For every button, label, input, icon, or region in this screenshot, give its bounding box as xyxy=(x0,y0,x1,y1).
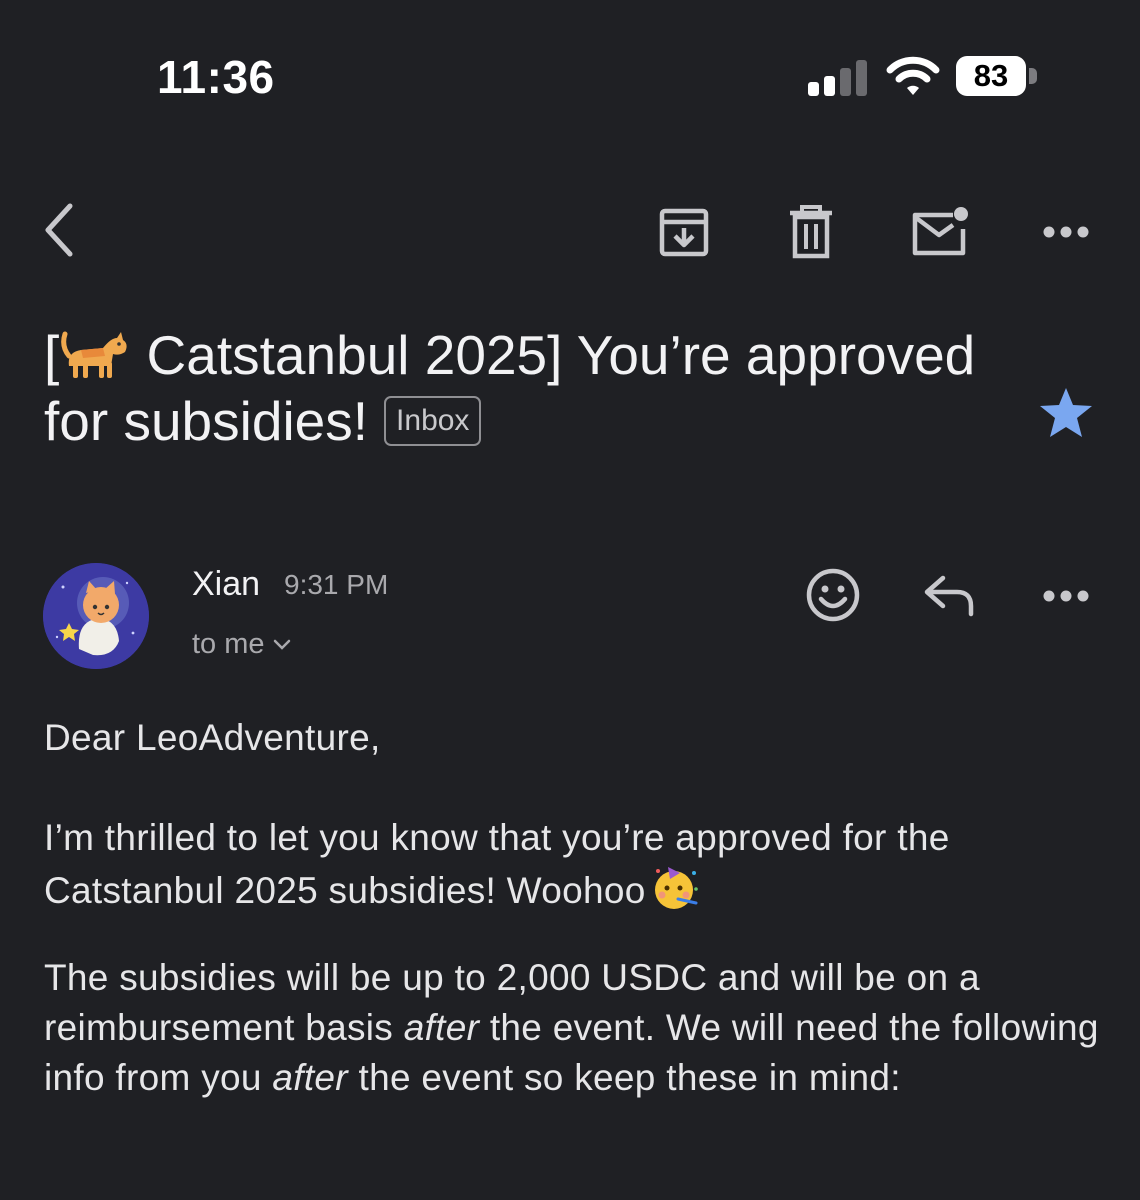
email-paragraph-1: I’m thrilled to let you know that you’re… xyxy=(44,813,1104,916)
star-button[interactable] xyxy=(1036,384,1096,442)
email-paragraph-2: The subsidies will be up to 2,000 USDC a… xyxy=(44,953,1104,1103)
message-more-button[interactable] xyxy=(1036,576,1096,616)
paragraph-2-emphasis-2: after xyxy=(272,1057,348,1098)
paragraph-1-text: I’m thrilled to let you know that you’re… xyxy=(44,817,950,911)
cat-emoji-icon xyxy=(61,331,127,378)
mark-unread-icon xyxy=(912,207,968,256)
paragraph-2-emphasis-1: after xyxy=(403,1007,480,1048)
sender-name: Xian xyxy=(192,565,261,603)
partying-face-emoji-icon xyxy=(654,867,698,909)
sent-time: 9:31 PM xyxy=(284,569,389,600)
back-button[interactable] xyxy=(30,198,86,262)
subject-bracket: [ xyxy=(44,324,60,386)
delete-button[interactable] xyxy=(780,200,842,264)
mark-unread-button[interactable] xyxy=(906,200,972,264)
paragraph-2-text-c: the event so keep these in mind: xyxy=(347,1057,901,1098)
more-icon xyxy=(1043,226,1089,238)
back-icon xyxy=(45,203,73,257)
status-time: 11:36 xyxy=(157,51,275,103)
recipient-details-toggle[interactable]: to me xyxy=(192,628,291,661)
archive-button[interactable] xyxy=(652,200,716,264)
more-icon xyxy=(1043,590,1089,602)
signal-icon xyxy=(808,60,870,96)
reply-button[interactable] xyxy=(920,570,978,620)
email-greeting: Dear LeoAdventure, xyxy=(44,717,381,758)
battery-icon: 83 xyxy=(956,56,1026,96)
wifi-icon xyxy=(886,54,940,98)
battery-nub xyxy=(1029,68,1037,84)
star-icon xyxy=(1040,388,1092,437)
trash-icon xyxy=(790,205,832,259)
smiley-icon xyxy=(806,568,860,622)
inbox-label-badge[interactable]: Inbox xyxy=(384,396,482,446)
chevron-down-icon xyxy=(273,639,290,650)
astronaut-cat-avatar-icon xyxy=(43,563,149,669)
archive-icon xyxy=(659,208,709,257)
subject-text: Catstanbul 2025] You’re approved for sub… xyxy=(44,324,976,452)
avatar[interactable] xyxy=(43,563,149,669)
email-subject: [ Catstanbul 2025] You’re approved for s… xyxy=(44,322,1004,454)
recipient-text: to me xyxy=(192,628,265,660)
add-reaction-button[interactable] xyxy=(804,566,862,624)
more-options-button[interactable] xyxy=(1036,212,1096,252)
reply-icon xyxy=(924,575,974,617)
